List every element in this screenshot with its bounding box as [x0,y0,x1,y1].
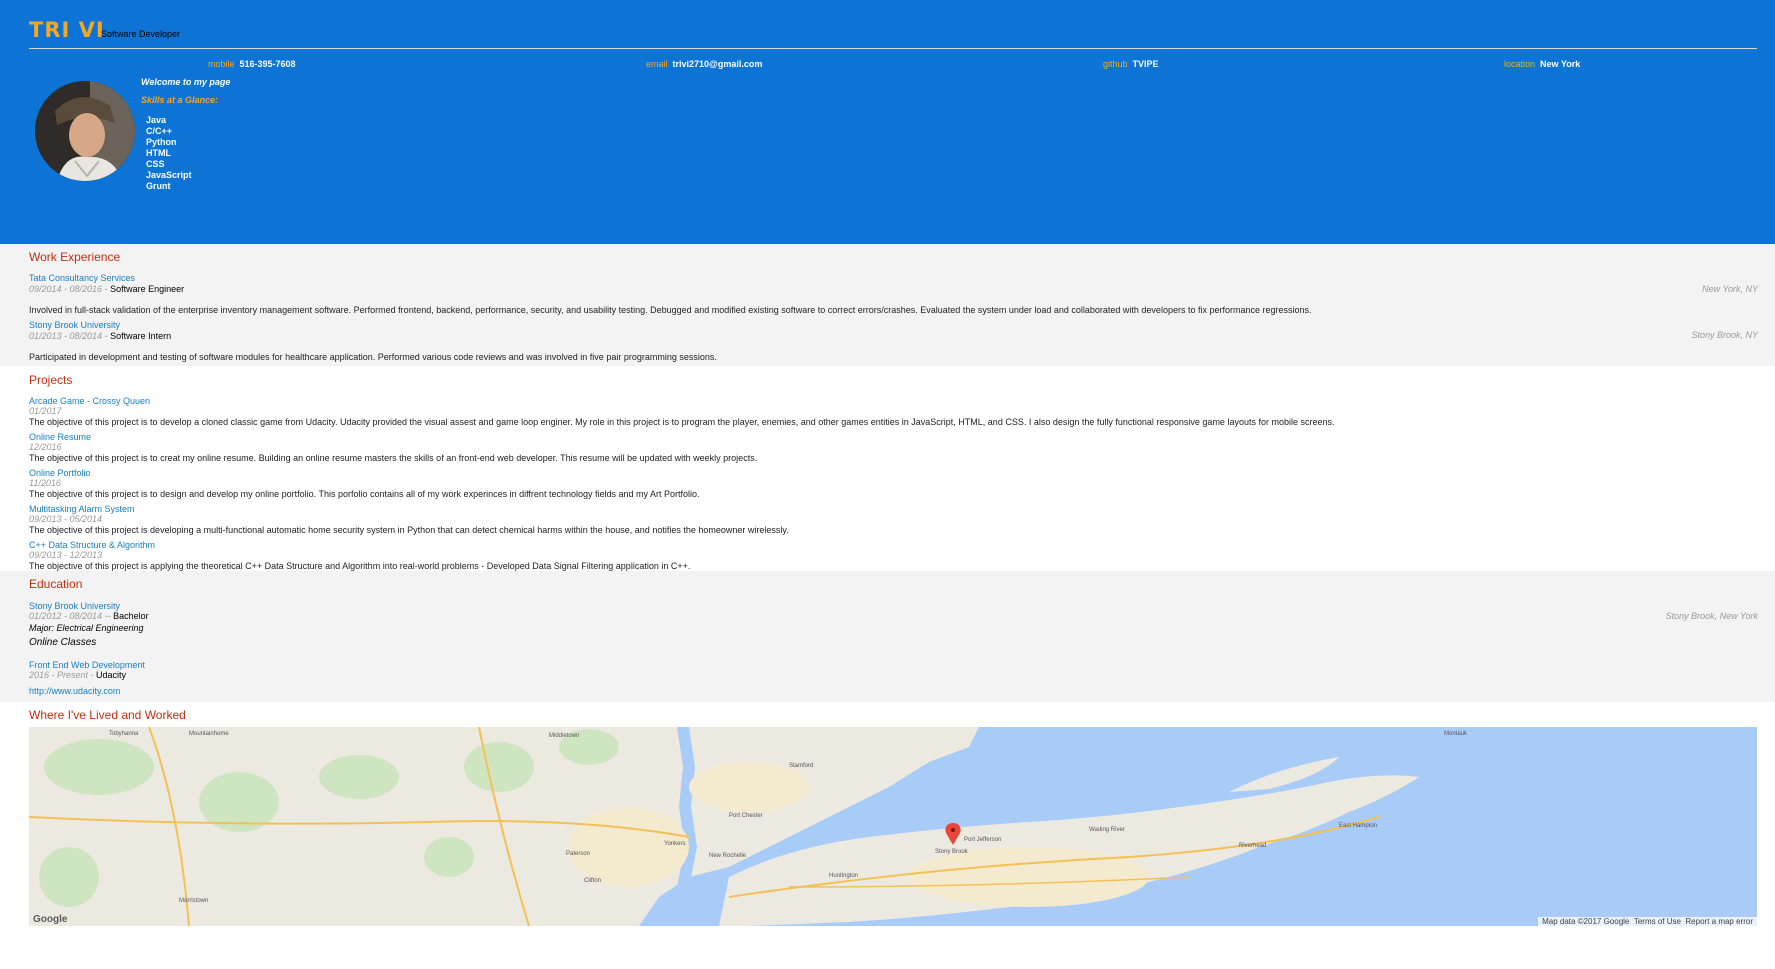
project-description: The objective of this project is to deve… [29,417,1335,427]
avatar [35,81,135,181]
skill-item: JavaScript [146,170,192,180]
svg-text:Yonkers: Yonkers [664,841,685,847]
project-link[interactable]: Arcade Game - Crossy Quuen [29,396,150,406]
job-location: New York, NY [1702,284,1758,294]
education-dates: 01/2012 - 08/2014 [29,611,103,621]
contact-mobile-value: 516-395-7608 [239,59,296,69]
job-entry: 09/2014 - 08/2016 - Software Engineer [29,284,185,294]
project-link[interactable]: Online Resume [29,432,91,442]
job-description: Participated in development and testing … [29,352,717,362]
contact-email[interactable]: email trivi2710@gmail.com [646,59,762,69]
project-link[interactable]: Online Portfolio [29,468,91,478]
svg-text:Huntington: Huntington [829,873,858,879]
project-description: The objective of this project is to desi… [29,489,700,499]
contact-github-key: github [1103,59,1128,69]
skill-item: Python [146,137,177,147]
skill-item: Grunt [146,181,171,191]
svg-text:Middletown: Middletown [549,733,579,739]
map-title: Where I've Lived and Worked [29,708,186,722]
contact-github-value[interactable]: TVIPE [1133,59,1159,69]
project-date: 11/2016 [29,478,61,488]
contact-github[interactable]: github TVIPE [1103,59,1159,69]
education-title: Education [29,577,83,591]
job-position: Software Engineer [110,284,185,294]
school-link[interactable]: Stony Brook University [29,601,120,611]
header-divider [29,48,1757,49]
education-entry: 01/2012 - 08/2014 -- Bachelor [29,611,149,621]
online-course-url[interactable]: http://www.udacity.com [29,686,120,696]
google-logo: Google [33,914,68,925]
svg-text:Riverhead: Riverhead [1239,843,1266,849]
svg-text:New Rochelle: New Rochelle [709,853,747,859]
skills-list: Java C/C++ Python HTML CSS JavaScript Gr… [146,115,192,192]
contact-location-value: New York [1540,59,1581,69]
svg-text:Wading River: Wading River [1089,827,1125,833]
contact-location: location New York [1504,59,1580,69]
project-date: 09/2013 - 12/2013 [29,550,103,560]
projects-section: Projects Arcade Game - Crossy Quuen 01/2… [0,366,1775,571]
skills-heading: Skills at a Glance: [141,95,219,105]
job-dates: 09/2014 - 08/2016 [29,284,103,294]
contact-mobile-key: mobile [208,59,235,69]
online-course-school: Udacity [96,670,127,680]
education-section: Education Stony Brook University 01/2012… [0,571,1775,702]
project-link[interactable]: Multitasking Alarm System [29,504,135,514]
education-degree: Bachelor [113,611,149,621]
svg-text:Clifton: Clifton [584,878,601,884]
contact-email-key: email [646,59,668,69]
education-location: Stony Brook, New York [1665,611,1758,621]
map-canvas[interactable]: Tobyhanna Mountainhome Middletown Stamfo… [29,727,1757,926]
job-location: Stony Brook, NY [1691,330,1758,340]
project-description: The objective of this project is develop… [29,525,789,535]
employer-link[interactable]: Tata Consultancy Services [29,273,135,283]
job-dates: 01/2013 - 08/2014 [29,331,103,341]
welcome-message: Welcome to my page [141,77,231,87]
contact-location-key: location [1504,59,1536,69]
skill-item: C/C++ [146,126,173,136]
project-date: 09/2013 - 05/2014 [29,514,103,524]
svg-text:East Hampton: East Hampton [1339,823,1377,829]
projects-title: Projects [29,373,73,387]
name-title: TRI VI [29,18,105,42]
map[interactable]: Tobyhanna Mountainhome Middletown Stamfo… [29,727,1757,926]
job-description: Involved in full-stack validation of the… [29,305,1312,315]
job-position: Software Intern [110,331,172,341]
work-title: Work Experience [29,250,121,264]
svg-text:Paterson: Paterson [566,851,590,857]
skill-item: Java [146,115,167,125]
svg-text:Port Jefferson: Port Jefferson [964,837,1001,843]
online-course-link[interactable]: Front End Web Development [29,660,145,670]
role-title: Software Developer [101,29,181,39]
project-date: 01/2017 [29,406,62,416]
project-link[interactable]: C++ Data Structure & Algorithm [29,540,155,550]
map-attribution-text: Map data ©2017 Google [1542,917,1630,926]
project-description: The objective of this project is applyin… [29,561,691,571]
map-attribution: Map data ©2017 Google Terms of Use Repor… [1538,917,1757,926]
skill-item: CSS [146,159,165,169]
map-report-link[interactable]: Report a map error [1685,917,1753,926]
project-date: 12/2016 [29,442,62,452]
project-description: The objective of this project is to crea… [29,453,758,463]
header: TRI VI Software Developer mobile 516-395-… [0,0,1775,244]
svg-text:Stamford: Stamford [789,763,813,769]
svg-text:Mountainhome: Mountainhome [189,731,229,737]
job-entry: 01/2013 - 08/2014 - Software Intern [29,331,172,341]
svg-text:Morristown: Morristown [179,898,208,904]
education-major: Major: Electrical Engineering [29,623,144,633]
online-course-dates: 2016 - Present [29,670,89,680]
svg-text:Tobyhanna: Tobyhanna [109,731,139,737]
work-section: Work Experience Tata Consultancy Service… [0,244,1775,366]
skill-item: HTML [146,148,171,158]
map-terms-link[interactable]: Terms of Use [1634,917,1681,926]
employer-link[interactable]: Stony Brook University [29,320,120,330]
contact-mobile: mobile 516-395-7608 [208,59,296,69]
online-classes-title: Online Classes [29,637,97,648]
online-course-entry: 2016 - Present - Udacity [29,670,127,680]
svg-text:Montauk: Montauk [1444,731,1468,737]
svg-text:Stony Brook: Stony Brook [935,849,969,855]
svg-text:Port Chester: Port Chester [729,813,763,819]
contact-email-value[interactable]: trivi2710@gmail.com [673,59,763,69]
